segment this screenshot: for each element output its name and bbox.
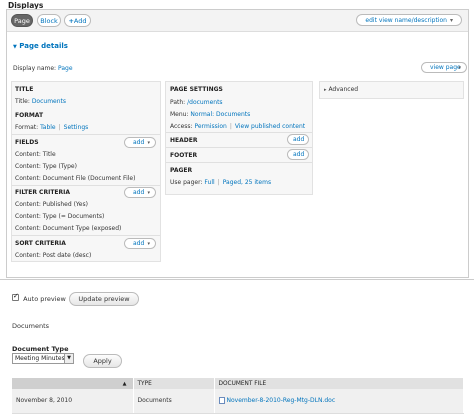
document-file-icon xyxy=(218,397,225,405)
divider xyxy=(12,134,160,135)
cell-document-file: November-8-2010-Reg-Mtg-DLN.doc xyxy=(214,389,464,414)
pager-setting: Use pager: Full | Paged, 25 items xyxy=(170,179,272,186)
field-item-type[interactable]: Content: Type (Type) xyxy=(15,163,77,170)
edit-view-name-label: edit view name/description xyxy=(365,17,447,24)
sort-item-post-date[interactable]: Content: Post date (desc) xyxy=(15,252,91,259)
filter-criteria-heading: Filter criteria xyxy=(15,189,71,196)
access-permission-link[interactable]: Permission xyxy=(194,123,226,130)
divider xyxy=(166,147,312,148)
format-setting: Format: Table | Settings xyxy=(15,124,89,131)
footer-section-heading: Footer xyxy=(170,152,198,159)
sort-ascending-icon: ▲ xyxy=(122,380,127,387)
header-add-label: add xyxy=(293,136,305,143)
page-details-heading: Page details xyxy=(19,42,68,50)
header-add-button[interactable]: add xyxy=(287,134,309,145)
fields-add-button[interactable]: add ▾ xyxy=(124,137,156,148)
add-display-label: Add xyxy=(73,17,87,25)
tab-block-label: Block xyxy=(40,17,58,25)
filter-item-type[interactable]: Content: Type (= Documents) xyxy=(15,213,104,220)
apply-label: Apply xyxy=(93,357,112,365)
chevron-down-icon: ▾ xyxy=(147,241,150,247)
column-header-document-file[interactable]: DOCUMENT FILE xyxy=(214,378,464,389)
pager-items-link[interactable]: Paged, 25 items xyxy=(223,179,271,186)
chevron-down-icon: ▾ xyxy=(147,190,150,196)
footer-add-button[interactable]: add xyxy=(287,149,309,160)
fields-section-heading: Fields xyxy=(15,139,39,146)
edit-view-name-button[interactable]: edit view name/description ▾ xyxy=(356,14,462,26)
page-settings-heading: Page settings xyxy=(170,86,223,93)
divider xyxy=(12,235,160,236)
update-preview-button[interactable]: Update preview xyxy=(69,292,139,306)
cell-type: Documents xyxy=(133,389,215,414)
access-extra-link[interactable]: View published content xyxy=(235,123,305,130)
triangle-right-icon: ▸ xyxy=(324,87,327,93)
display-name-row: Display name: Page view page ▾ xyxy=(11,62,467,80)
update-preview-label: Update preview xyxy=(78,295,130,303)
divider xyxy=(166,132,312,133)
tab-page-label: Page xyxy=(14,17,30,25)
document-type-selected: Meeting Minutes xyxy=(15,355,65,362)
view-page-label: view page xyxy=(430,64,461,71)
tab-block[interactable]: Block xyxy=(37,14,61,27)
advanced-toggle[interactable]: ▸ Advanced xyxy=(324,86,358,93)
table-header-row: ▲ TYPE DOCUMENT FILE xyxy=(12,378,464,389)
column-header-type[interactable]: TYPE xyxy=(133,378,215,389)
document-type-label: Document Type xyxy=(12,345,69,353)
format-settings-link[interactable]: Settings xyxy=(64,124,89,131)
chevron-down-icon: ▼ xyxy=(64,354,73,363)
display-tab-bar: Page Block +Add edit view name/descripti… xyxy=(7,10,468,32)
page-details-toggle[interactable]: ▼ Page details xyxy=(13,42,68,50)
document-file-link[interactable]: November-8-2010-Reg-Mtg-DLN.doc xyxy=(227,397,336,404)
tab-page[interactable]: Page xyxy=(11,14,33,27)
chevron-down-icon: ▾ xyxy=(458,65,461,71)
format-section-heading: Format xyxy=(15,112,44,119)
auto-preview-label: Auto preview xyxy=(23,295,66,303)
results-table: ▲ TYPE DOCUMENT FILE November 8, 2010 Do… xyxy=(12,378,464,414)
document-type-select[interactable]: Meeting Minutes ▼ xyxy=(12,353,74,364)
triangle-down-icon: ▼ xyxy=(13,44,17,50)
divider xyxy=(166,162,312,163)
auto-preview-checkbox[interactable] xyxy=(12,292,19,301)
chevron-down-icon: ▾ xyxy=(147,140,150,146)
table-row: November 8, 2010 Documents November-8-20… xyxy=(12,389,464,414)
add-display-button[interactable]: +Add xyxy=(64,14,91,27)
path-setting: Path: /documents xyxy=(170,99,223,106)
pager-full-link[interactable]: Full xyxy=(204,179,214,186)
menu-link[interactable]: Normal: Documents xyxy=(190,111,250,118)
preview-view-title: Documents xyxy=(12,322,50,330)
footer-add-label: add xyxy=(293,151,305,158)
filter-add-label: add xyxy=(133,189,145,196)
apply-button[interactable]: Apply xyxy=(83,354,122,368)
view-page-button[interactable]: view page ▾ xyxy=(421,62,467,73)
path-link[interactable]: /documents xyxy=(187,99,222,106)
chevron-down-icon: ▾ xyxy=(449,17,453,24)
filter-item-document-type[interactable]: Content: Document Type (exposed) xyxy=(15,225,121,232)
filter-add-button[interactable]: add ▾ xyxy=(124,187,156,198)
filter-item-published[interactable]: Content: Published (Yes) xyxy=(15,201,88,208)
display-name-label: Display name: Page xyxy=(13,65,73,72)
fields-add-label: add xyxy=(133,139,145,146)
field-item-title[interactable]: Content: Title xyxy=(15,151,56,158)
title-value-link[interactable]: Documents xyxy=(32,98,66,105)
divider xyxy=(12,185,160,186)
header-section-heading: Header xyxy=(170,137,198,144)
auto-preview-row: Auto preview xyxy=(12,292,66,303)
access-setting: Access: Permission | View published conten… xyxy=(170,123,306,130)
title-section-heading: Title xyxy=(15,86,34,93)
advanced-label: Advanced xyxy=(328,86,359,93)
field-item-document-file[interactable]: Content: Document File (Document File) xyxy=(15,175,135,182)
sort-add-label: add xyxy=(133,240,145,247)
title-setting: Title: Documents xyxy=(15,98,67,105)
view-display-panel: Page Block +Add edit view name/descripti… xyxy=(6,9,469,278)
sort-criteria-heading: Sort criteria xyxy=(15,240,66,247)
cell-date: November 8, 2010 xyxy=(12,389,134,414)
display-name-link[interactable]: Page xyxy=(58,65,73,72)
column-header-date[interactable]: ▲ xyxy=(12,378,134,389)
menu-setting: Menu: Normal: Documents xyxy=(170,111,251,118)
format-table-link[interactable]: Table xyxy=(40,124,56,131)
sort-add-button[interactable]: add ▾ xyxy=(124,238,156,249)
pager-section-heading: Pager xyxy=(170,167,193,174)
